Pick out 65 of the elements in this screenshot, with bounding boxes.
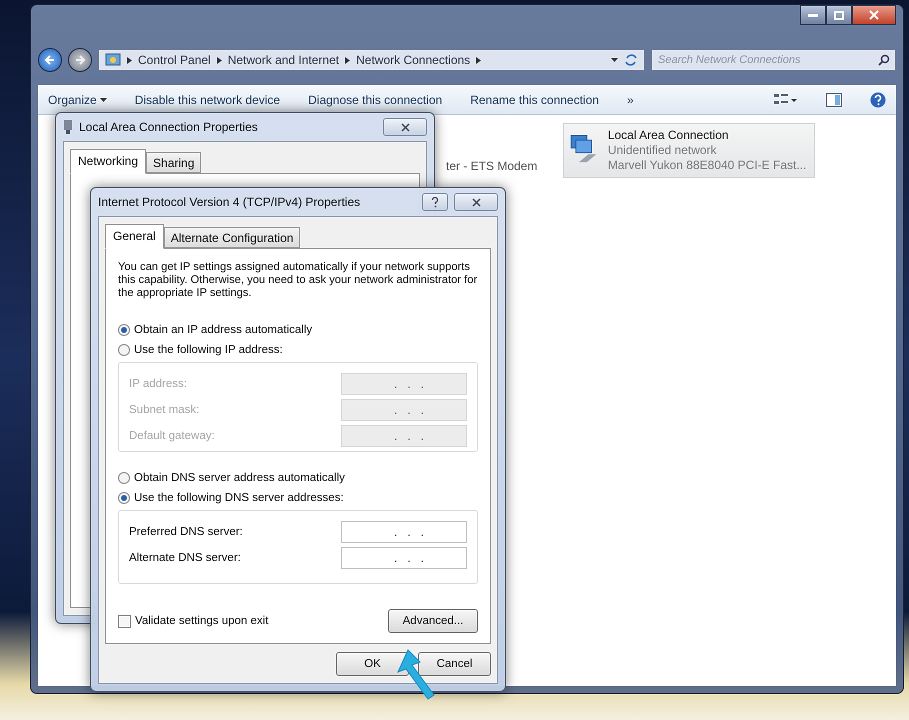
tab[interactable]: Alternate Configuration — [164, 227, 300, 248]
toolbar-item[interactable]: Rename this connection — [470, 92, 599, 106]
forward-icon[interactable] — [68, 48, 92, 72]
chevron-icon — [127, 56, 132, 64]
field-label: IP address: — [129, 378, 187, 390]
connection-name: Local Area Connection — [608, 128, 730, 143]
caret-icon — [611, 58, 618, 62]
connection-tile[interactable]: Local Area Connection Unidentified network Marvell Yukon 88E8040 PCI-E Fast... — [563, 123, 816, 178]
dialog-title: Internet Protocol Version 4 (TCP/IPv4) Properties — [98, 195, 362, 209]
search-field[interactable]: Search Network Connections — [651, 49, 896, 71]
tab[interactable]: Networking — [70, 149, 146, 174]
ip-address-field[interactable]: . . . — [341, 547, 467, 569]
radio-button[interactable] — [118, 344, 130, 356]
dialog-button[interactable]: OK — [336, 652, 409, 676]
preview-pane-icon[interactable] — [826, 92, 842, 106]
radio-label[interactable]: Use the following DNS server addresses: — [134, 492, 344, 504]
toolbar-item[interactable]: Disable this network device — [134, 92, 280, 106]
more-commands[interactable]: » — [626, 92, 634, 106]
address-bar[interactable]: Control Panel Network and Internet Network Connections — [98, 49, 645, 71]
connection-description: ter - ETS Modem — [446, 159, 538, 173]
close-button[interactable] — [454, 193, 498, 211]
radio-label[interactable]: Use the following IP address: — [134, 344, 283, 356]
breadcrumb-item[interactable]: Network Connections — [356, 53, 470, 67]
help-icon[interactable] — [870, 92, 886, 108]
adapter-name: Marvell Yukon 88E8040 PCI-E Fast... — [608, 158, 806, 173]
radio-label[interactable]: Obtain DNS server address automatically — [134, 472, 345, 484]
close-icon — [472, 198, 480, 206]
close-icon — [400, 122, 410, 132]
maximize-icon[interactable] — [826, 5, 852, 25]
radio-button[interactable] — [118, 472, 130, 484]
field-label: Alternate DNS server: — [129, 552, 241, 564]
dialog-title: Local Area Connection Properties — [79, 120, 259, 134]
radio-button[interactable] — [118, 324, 130, 336]
chevron-icon — [345, 56, 350, 64]
field-label: Default gateway: — [129, 430, 215, 442]
checkbox-label[interactable]: Validate settings upon exit — [135, 615, 268, 627]
checkbox[interactable] — [118, 614, 131, 628]
breadcrumb-item[interactable]: Control Panel — [138, 53, 211, 67]
advanced-button[interactable]: Advanced... — [388, 609, 478, 633]
close-button[interactable] — [383, 118, 427, 136]
ip-address-field[interactable]: . . . — [341, 521, 467, 543]
radio-button[interactable] — [118, 492, 130, 504]
chevron-icon — [216, 56, 222, 64]
close-icon[interactable] — [852, 5, 896, 25]
toolbar-item[interactable]: Diagnose this connection — [308, 92, 442, 106]
field-label: Preferred DNS server: — [129, 526, 243, 538]
field-label: Subnet mask: — [129, 404, 200, 416]
view-options-icon[interactable] — [774, 92, 798, 106]
radio-label[interactable]: Obtain an IP address automatically — [134, 324, 312, 336]
toolbar-item[interactable]: Organize — [48, 92, 107, 106]
minimize-icon[interactable] — [800, 5, 826, 25]
question-mark-icon — [431, 196, 439, 208]
chevron-icon — [476, 56, 482, 64]
connection-status: Unidentified network — [608, 143, 718, 158]
breadcrumb-item[interactable]: Network and Internet — [228, 53, 340, 67]
control-panel-icon — [105, 52, 121, 68]
intro-text: You can get IP settings assigned automatically if your network supports this capability. Otherwise, you need to ask your network administrator for the appropriate IP settings. — [118, 261, 478, 300]
dialog-button[interactable]: Cancel — [418, 652, 491, 676]
tab[interactable]: Sharing — [146, 152, 202, 173]
back-icon[interactable] — [38, 48, 62, 72]
search-icon[interactable] — [878, 54, 890, 66]
help-button[interactable] — [422, 193, 448, 211]
refresh-icon[interactable] — [624, 53, 638, 67]
tab[interactable]: General — [105, 224, 164, 249]
network-adapter-icon — [63, 120, 73, 134]
